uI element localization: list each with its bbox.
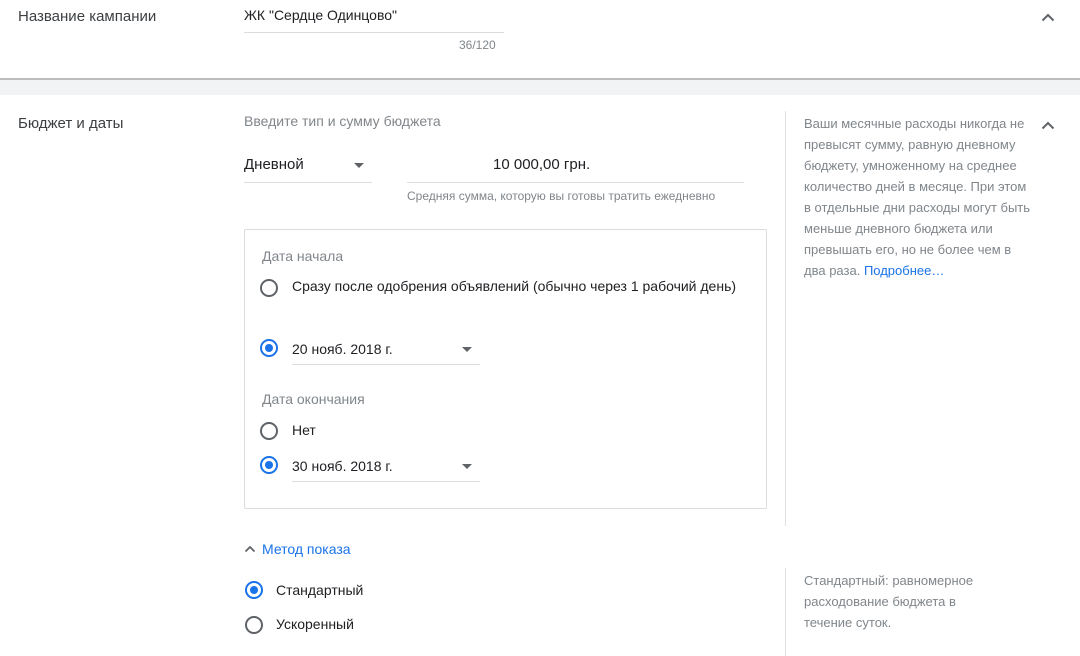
start-date-value: 20 нояб. 2018 г. [292, 341, 393, 357]
end-date-value: 30 нояб. 2018 г. [292, 458, 393, 474]
start-date-title: Дата начала [262, 248, 344, 264]
budget-amount-underline [407, 182, 744, 183]
arrow-drop-down-icon [354, 163, 364, 168]
help-divider [785, 111, 786, 526]
budget-help-panel: Ваши месячные расходы никогда не превыся… [804, 113, 1034, 281]
budget-type-value: Дневной [244, 156, 304, 173]
budget-dates-label: Бюджет и даты [18, 115, 124, 132]
delivery-accelerated-label: Ускоренный [276, 616, 354, 632]
campaign-name-label: Название кампании [18, 8, 157, 25]
arrow-drop-down-icon [462, 464, 472, 469]
arrow-drop-down-icon [462, 347, 472, 352]
end-none-label: Нет [292, 422, 316, 438]
delivery-standard-label: Стандартный [276, 582, 364, 598]
collapse-campaign-name-button[interactable] [1037, 6, 1059, 28]
campaign-name-underline [244, 32, 504, 33]
delivery-method-toggle[interactable]: Метод показа [244, 538, 351, 560]
delivery-method-label: Метод показа [262, 541, 351, 557]
start-date-underline [292, 364, 480, 365]
budget-type-underline [244, 182, 372, 183]
chevron-up-icon [1041, 13, 1055, 21]
budget-hint: Введите тип и сумму бюджета [244, 113, 441, 129]
end-date-title: Дата окончания [262, 391, 365, 407]
budget-amount-value: 10 000,00 грн. [493, 156, 591, 173]
help-divider [785, 568, 786, 656]
chevron-up-icon [1041, 121, 1055, 129]
delivery-accelerated-radio[interactable] [245, 616, 263, 634]
section-gap [0, 80, 1080, 95]
budget-type-select[interactable]: Дневной [244, 148, 372, 183]
delivery-standard-radio[interactable] [245, 581, 263, 599]
learn-more-link[interactable]: Подробнее… [864, 263, 944, 278]
end-date-underline [292, 481, 480, 482]
delivery-help-text: Стандартный: равномерное расходование бю… [804, 573, 974, 630]
budget-help-text: Ваши месячные расходы никогда не превыся… [804, 116, 1031, 278]
start-asap-label: Сразу после одобрения объявлений (обычно… [292, 278, 737, 294]
start-asap-radio[interactable] [260, 279, 278, 297]
end-date-select[interactable]: 30 нояб. 2018 г. [292, 451, 480, 482]
collapse-budget-button[interactable] [1037, 114, 1059, 136]
budget-amount-input[interactable]: 10 000,00 грн. [407, 148, 744, 183]
campaign-name-input[interactable]: ЖК "Сердце Одинцово" [244, 7, 397, 23]
end-none-radio[interactable] [260, 422, 278, 440]
start-date-select[interactable]: 20 нояб. 2018 г. [292, 334, 480, 365]
budget-amount-helper: Средняя сумма, которую вы готовы тратить… [407, 189, 716, 203]
chevron-up-icon [244, 545, 256, 553]
campaign-name-section [0, 0, 1080, 78]
end-date-radio[interactable] [260, 456, 278, 474]
start-date-radio[interactable] [260, 339, 278, 357]
campaign-name-char-counter: 36/120 [459, 38, 496, 52]
